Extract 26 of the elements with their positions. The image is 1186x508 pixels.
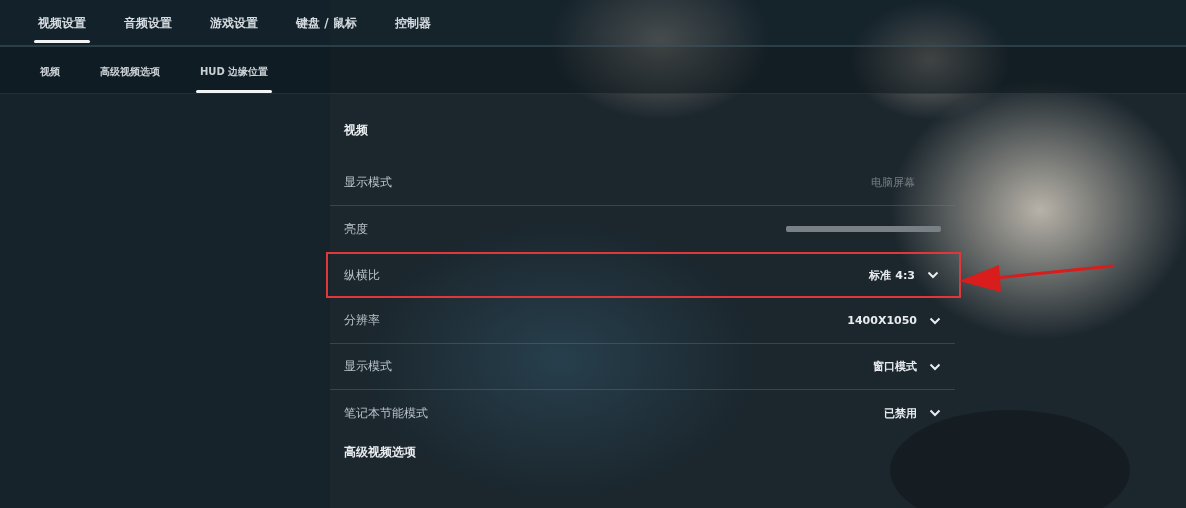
sub-tab[interactable]: 高级视频选项 (96, 47, 164, 93)
settings-tab[interactable]: 控制器 (390, 0, 435, 43)
chevron-down-icon (929, 316, 941, 325)
chevron-down-icon (929, 362, 941, 371)
setting-label: 分辨率 (344, 312, 380, 329)
brightness-slider[interactable] (786, 226, 941, 232)
chevron-down-icon (927, 271, 939, 279)
setting-label: 笔记本节能模式 (344, 404, 428, 422)
settings-tab[interactable]: 游戏设置 (206, 0, 262, 43)
settings-tab[interactable]: 键盘 / 鼠标 (292, 0, 361, 43)
dropdown[interactable]: 窗口模式 (873, 357, 941, 376)
section-title: 视频 (343, 122, 369, 139)
settings-tab[interactable]: 视频设置 (34, 0, 90, 43)
sub-tab[interactable]: HUD 边缘位置 (196, 47, 273, 93)
chevron-down-icon (929, 409, 941, 417)
setting-label: 纵横比 (344, 266, 380, 284)
dropdown[interactable]: 已禁用 (884, 403, 941, 423)
sub-tab[interactable]: 视频 (36, 47, 64, 93)
setting-label: 亮度 (344, 220, 368, 238)
settings-tab[interactable]: 音频设置 (120, 0, 176, 43)
setting-label: 显示模式 (344, 358, 392, 375)
setting-value: 电脑屏幕 (871, 175, 915, 190)
dropdown[interactable]: 1400X1050 (847, 312, 941, 329)
dropdown[interactable]: 标准 4:3 (869, 265, 939, 285)
section-title: 高级视频选项 (343, 444, 417, 461)
setting-label: 显示模式 (344, 174, 392, 191)
